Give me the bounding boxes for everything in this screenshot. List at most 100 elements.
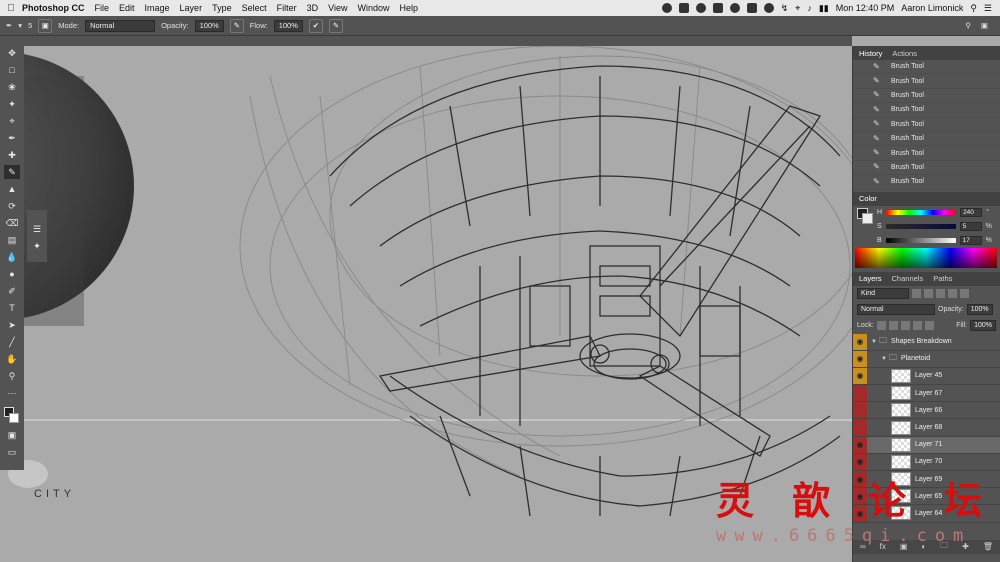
- time-machine-icon[interactable]: [763, 3, 774, 13]
- move-tool-icon[interactable]: ✥: [4, 46, 20, 60]
- visibility-eye-icon[interactable]: [853, 402, 867, 419]
- layer-row-selected[interactable]: ◉ Layer 71: [853, 436, 1000, 454]
- app-name[interactable]: Photoshop CC: [22, 3, 85, 13]
- menu-file[interactable]: File: [95, 3, 110, 13]
- filter-pixel-icon[interactable]: [912, 289, 921, 299]
- type-tool-icon[interactable]: T: [4, 301, 20, 315]
- tab-channels[interactable]: Channels: [892, 274, 924, 283]
- menu-3d[interactable]: 3D: [307, 3, 319, 13]
- pen-tool-icon[interactable]: ✐: [4, 284, 20, 298]
- visibility-eye-icon[interactable]: ◉: [853, 367, 867, 385]
- bluetooth-icon[interactable]: ↯: [781, 3, 789, 14]
- layer-row[interactable]: Layer 66: [853, 402, 1000, 420]
- saturation-input[interactable]: 5: [959, 222, 982, 232]
- filter-shape-icon[interactable]: [948, 289, 957, 299]
- hue-slider[interactable]: [886, 210, 957, 216]
- more-tools-icon[interactable]: ⋯: [4, 386, 20, 400]
- visibility-eye-icon[interactable]: ◉: [853, 453, 867, 471]
- zoom-tool-icon[interactable]: ⚲: [4, 369, 20, 383]
- clock[interactable]: Mon 12:40 PM: [836, 3, 895, 13]
- clone-stamp-tool-icon[interactable]: ▲: [4, 182, 20, 196]
- layer-group-row[interactable]: ◉ ▼ 🗀 Planetoid: [853, 350, 1000, 368]
- opacity-input[interactable]: 100%: [194, 19, 224, 32]
- workspace-icon[interactable]: ▣: [981, 21, 988, 30]
- apple-icon[interactable]: : [0, 3, 22, 14]
- layer-row[interactable]: ◉ Layer 45: [853, 367, 1000, 386]
- quick-select-tool-icon[interactable]: ✦: [4, 97, 20, 111]
- history-item[interactable]: ✎ Brush Tool: [853, 175, 1000, 190]
- brush-panel-toggle-icon[interactable]: ▣: [38, 18, 53, 33]
- hue-input[interactable]: 240: [960, 208, 983, 218]
- visibility-eye-icon[interactable]: ◉: [853, 350, 867, 367]
- menu-help[interactable]: Help: [399, 3, 418, 13]
- visibility-eye-icon[interactable]: [853, 419, 867, 436]
- color-panel-swatches[interactable]: [857, 207, 873, 224]
- menu-filter[interactable]: Filter: [277, 3, 297, 13]
- battery-icon[interactable]: ▮▮: [819, 3, 829, 14]
- wifi-icon[interactable]: ⌖: [795, 3, 800, 14]
- line-tool-icon[interactable]: ╱: [4, 335, 20, 349]
- dodge-tool-icon[interactable]: ●: [4, 267, 20, 281]
- tab-paths[interactable]: Paths: [933, 274, 952, 283]
- blur-tool-icon[interactable]: 💧: [4, 250, 20, 264]
- lock-position-icon[interactable]: [900, 321, 910, 331]
- status-app3-icon[interactable]: [712, 3, 723, 13]
- tab-history[interactable]: History: [859, 49, 882, 58]
- airplay-icon[interactable]: [746, 3, 757, 13]
- status-app4-icon[interactable]: [729, 3, 740, 13]
- menu-type[interactable]: Type: [212, 3, 232, 13]
- pressure-size-icon[interactable]: ✎: [328, 18, 343, 33]
- menu-edit[interactable]: Edit: [119, 3, 135, 13]
- lasso-tool-icon[interactable]: ❀: [4, 80, 20, 94]
- tab-layers[interactable]: Layers: [859, 274, 882, 283]
- history-item[interactable]: ✎ Brush Tool: [853, 118, 1000, 132]
- history-item[interactable]: ✎ Brush Tool: [853, 74, 1000, 89]
- volume-icon[interactable]: ♪: [807, 3, 812, 13]
- layer-opacity-input[interactable]: 100%: [966, 304, 993, 316]
- lock-all-icon[interactable]: [924, 321, 934, 331]
- brush-preset-icon[interactable]: ✒: [6, 21, 12, 30]
- user-name[interactable]: Aaron Limonick: [901, 3, 963, 13]
- tab-actions[interactable]: Actions: [892, 49, 917, 58]
- background-color-chip[interactable]: [862, 212, 873, 224]
- menu-window[interactable]: Window: [357, 3, 389, 13]
- hand-tool-icon[interactable]: ✋: [4, 352, 20, 366]
- saturation-slider[interactable]: [885, 224, 956, 230]
- fill-input[interactable]: 100%: [970, 320, 996, 332]
- brush-settings-panel-icon[interactable]: ☰: [33, 224, 41, 235]
- menu-select[interactable]: Select: [242, 3, 267, 13]
- menu-view[interactable]: View: [328, 3, 347, 13]
- layer-group-row[interactable]: ◉ ▼ 🗀 Shapes Breakdown: [853, 333, 1000, 351]
- history-item[interactable]: ✎ Brush Tool: [853, 103, 1000, 118]
- history-item[interactable]: ✎ Brush Tool: [853, 161, 1000, 176]
- history-item[interactable]: ✎ Brush Tool: [853, 132, 1000, 147]
- filter-type-icon[interactable]: [936, 289, 945, 299]
- layer-row[interactable]: Layer 68: [853, 419, 1000, 437]
- pressure-opacity-icon[interactable]: ✎: [229, 18, 244, 33]
- marquee-tool-icon[interactable]: □: [4, 63, 20, 77]
- healing-tool-icon[interactable]: ✚: [4, 148, 20, 162]
- layer-row[interactable]: ◉ Layer 70: [853, 453, 1000, 472]
- mode-select[interactable]: Normal: [85, 19, 156, 32]
- flow-input[interactable]: 100%: [273, 19, 303, 32]
- status-app-icon[interactable]: [661, 3, 672, 13]
- notification-center-icon[interactable]: ☰: [984, 3, 992, 14]
- layer-kind-filter[interactable]: Kind: [857, 288, 909, 300]
- lock-image-icon[interactable]: [888, 321, 898, 331]
- spotlight-icon[interactable]: ⚲: [970, 3, 977, 14]
- brush-tool-icon[interactable]: ✎: [4, 165, 20, 179]
- chevron-down-icon[interactable]: ▼: [871, 339, 877, 345]
- lock-transparent-icon[interactable]: [876, 321, 886, 331]
- eyedropper-tool-icon[interactable]: ✒: [4, 131, 20, 145]
- tab-color[interactable]: Color: [859, 194, 877, 203]
- chevron-down-icon[interactable]: ▼: [881, 356, 887, 362]
- lock-artboard-icon[interactable]: [912, 321, 922, 331]
- background-color-swatch[interactable]: [9, 413, 19, 423]
- menu-layer[interactable]: Layer: [180, 3, 203, 13]
- dropbox-icon[interactable]: [678, 3, 689, 13]
- filter-adjustment-icon[interactable]: [924, 289, 933, 299]
- layer-row[interactable]: Layer 67: [853, 385, 1000, 403]
- search-icon[interactable]: ⚲: [965, 21, 971, 30]
- visibility-eye-icon[interactable]: [853, 385, 867, 402]
- brush-presets-panel-icon[interactable]: ✦: [33, 241, 41, 252]
